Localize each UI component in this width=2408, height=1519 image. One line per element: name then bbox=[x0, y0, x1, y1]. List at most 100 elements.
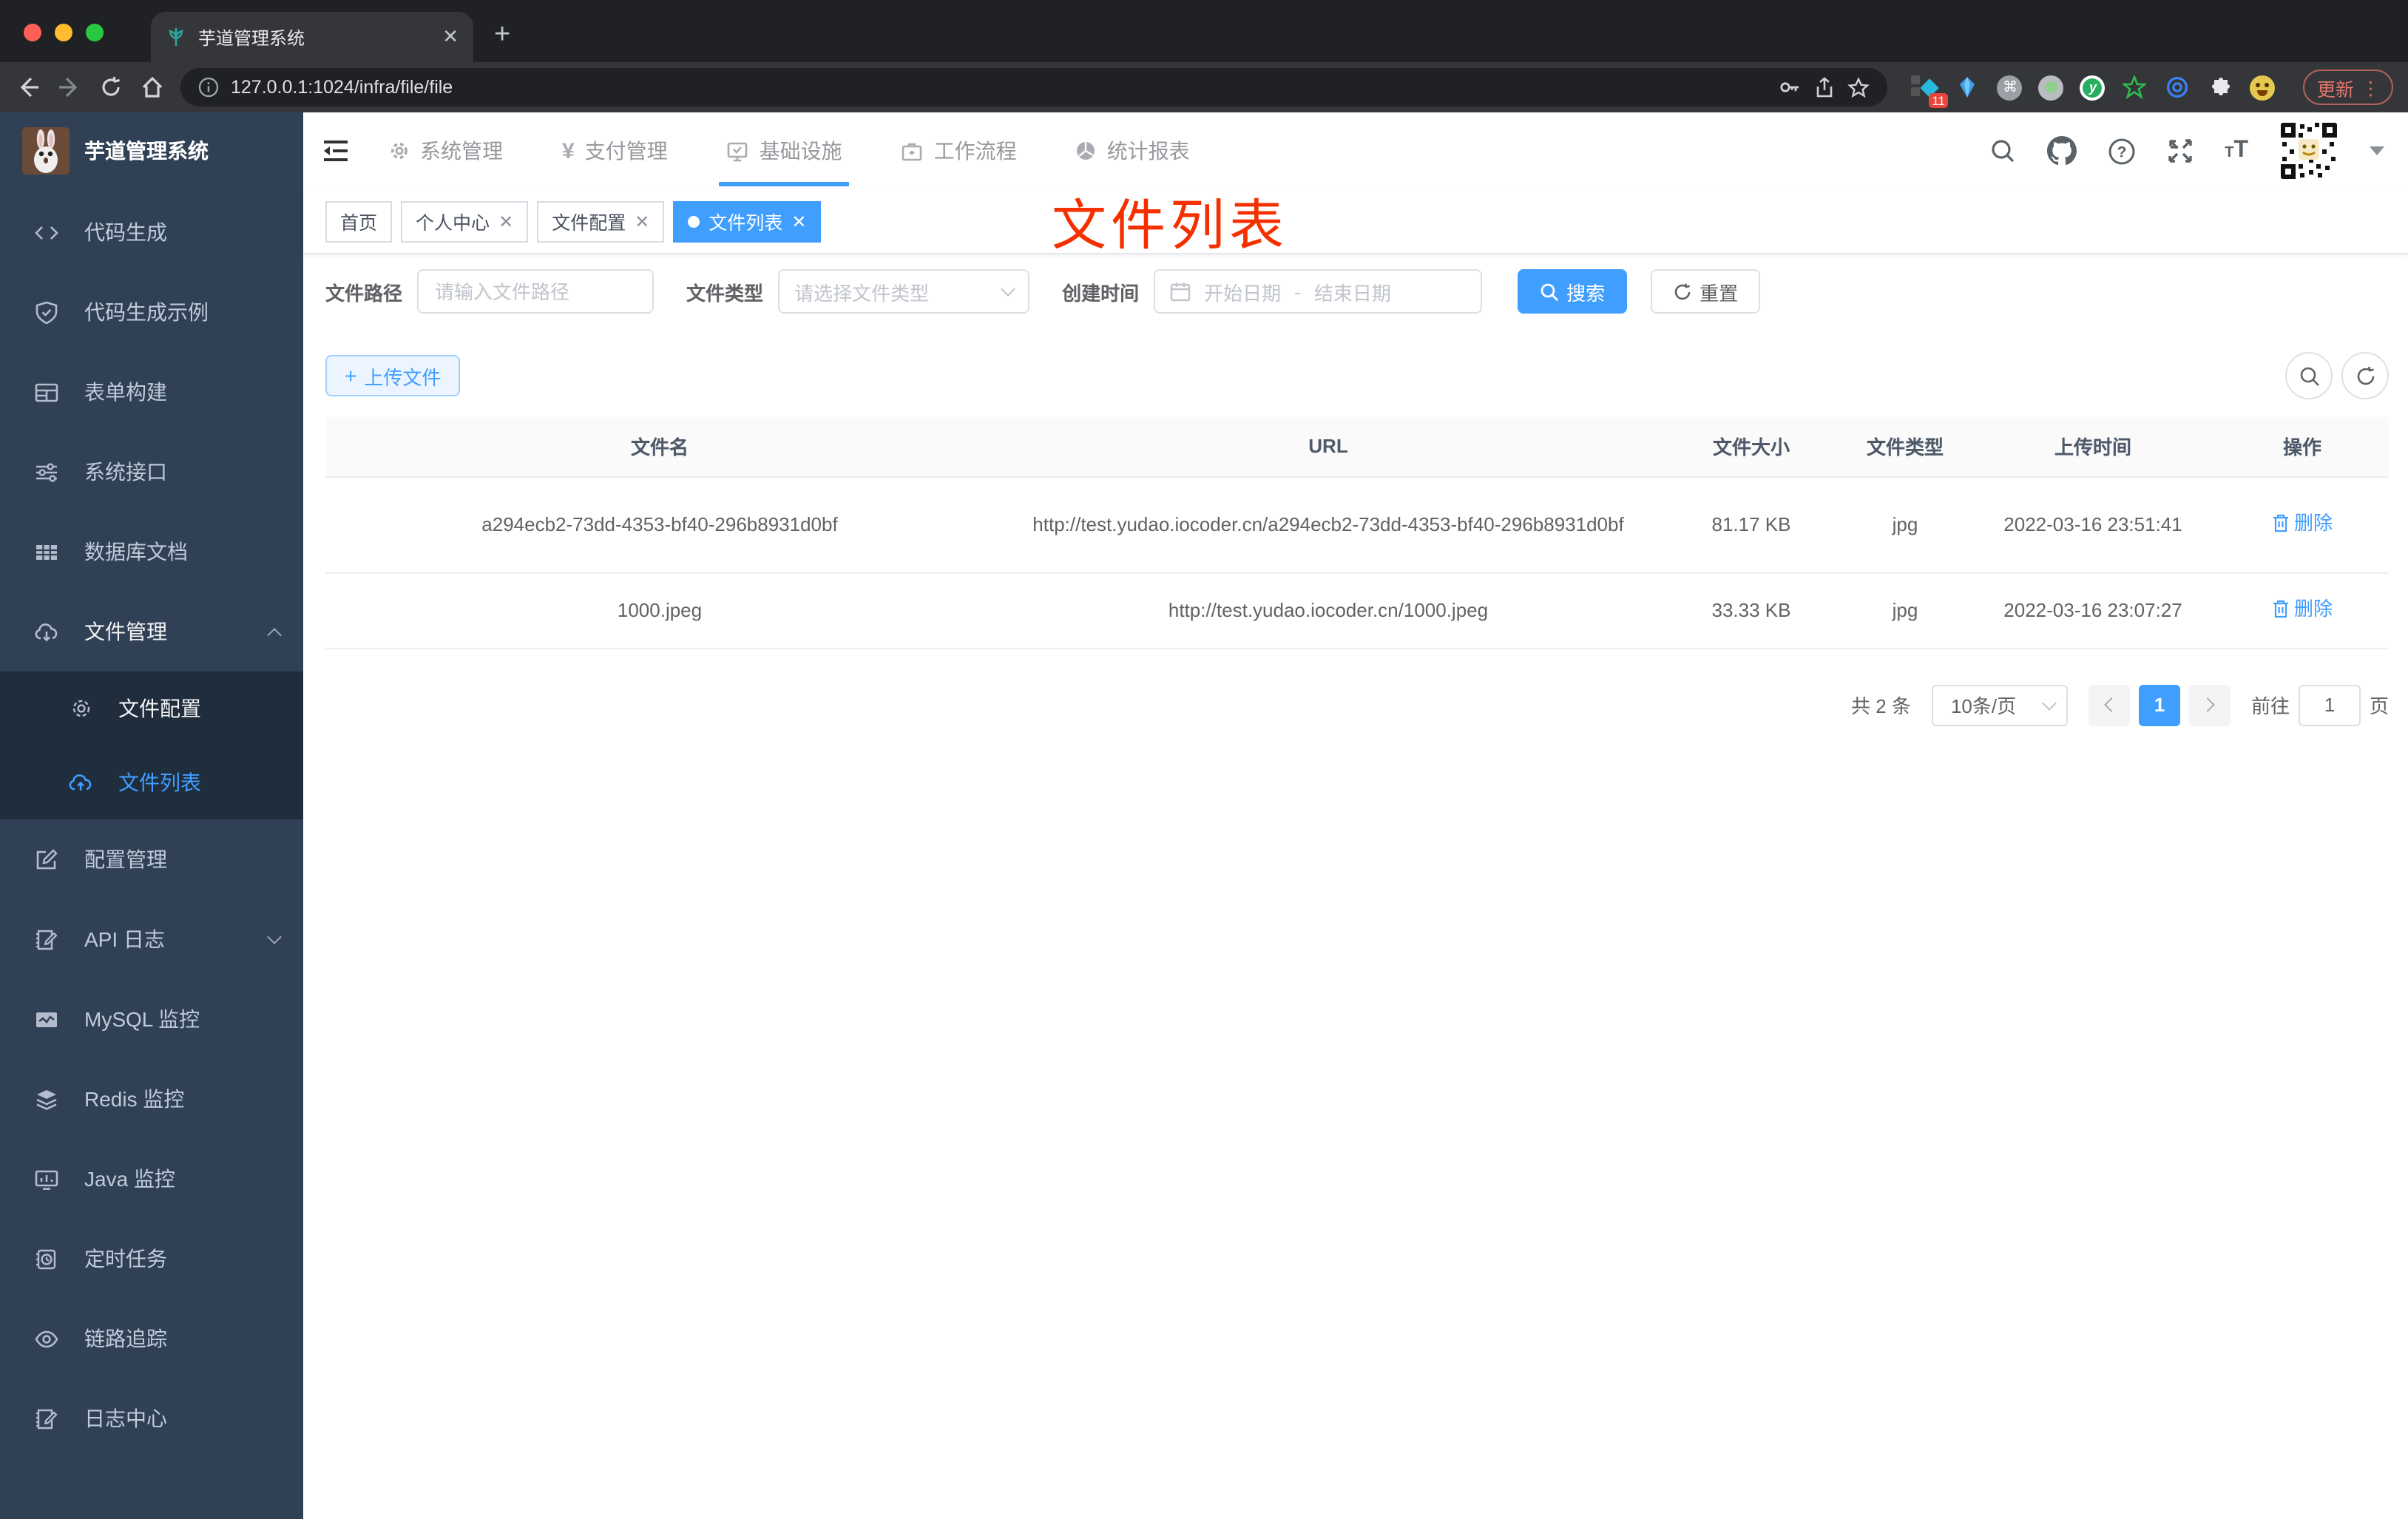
share-icon[interactable] bbox=[1814, 76, 1836, 98]
file-path-label: 文件路径 bbox=[325, 282, 403, 304]
tag-file-list[interactable]: 文件列表 ✕ bbox=[673, 200, 822, 242]
address-bar[interactable]: 127.0.0.1:1024/infra/file/file bbox=[180, 68, 1888, 106]
sidebar-item-mysql-monitor[interactable]: MySQL 监控 bbox=[0, 979, 303, 1059]
forward-button[interactable] bbox=[56, 74, 83, 101]
extension-star-icon[interactable] bbox=[2122, 74, 2148, 101]
window-controls[interactable] bbox=[24, 24, 104, 41]
eye-icon bbox=[34, 1326, 59, 1351]
sidebar-item-system-api[interactable]: 系统接口 bbox=[0, 432, 303, 512]
browser-menu-icon[interactable]: ⋮ bbox=[2361, 76, 2380, 98]
prev-page-button[interactable] bbox=[2088, 684, 2130, 725]
site-info-icon[interactable] bbox=[198, 77, 219, 98]
avatar-dropdown-caret[interactable] bbox=[2370, 146, 2384, 155]
sidebar-item-file-config[interactable]: 文件配置 bbox=[0, 671, 303, 745]
tab-close-icon[interactable]: ✕ bbox=[442, 25, 459, 49]
font-size-icon[interactable]: TT bbox=[2225, 138, 2248, 164]
tag-close-icon[interactable]: ✕ bbox=[498, 211, 513, 231]
sidebar-collapse-icon[interactable] bbox=[321, 136, 351, 166]
delete-button[interactable]: 删除 bbox=[2272, 591, 2333, 626]
sidebar-item-api-log[interactable]: API 日志 bbox=[0, 899, 303, 979]
sidebar-item-code-gen-example[interactable]: 代码生成示例 bbox=[0, 272, 303, 352]
nav-system-management[interactable]: 系统管理 bbox=[389, 112, 503, 189]
extension-command-icon[interactable]: ⌘ bbox=[1997, 75, 2023, 100]
sidebar-item-code-gen[interactable]: 代码生成 bbox=[0, 192, 303, 272]
monitor-chart-icon bbox=[34, 1166, 59, 1191]
file-type-label: 文件类型 bbox=[686, 282, 764, 304]
app-window: 芋道管理系统 代码生成 代码生成示例 表单构建 系统接口 数据库文档 文件管理 … bbox=[0, 112, 2408, 1519]
document-edit-icon bbox=[34, 927, 59, 952]
cell-filename: 1000.jpeg bbox=[325, 572, 994, 649]
nav-infrastructure[interactable]: 基础设施 bbox=[719, 112, 850, 189]
sidebar-item-file-management[interactable]: 文件管理 bbox=[0, 592, 303, 671]
sidebar-item-form-builder[interactable]: 表单构建 bbox=[0, 352, 303, 432]
reload-button[interactable] bbox=[98, 74, 124, 101]
file-path-input[interactable] bbox=[417, 269, 655, 314]
table-row: a294ecb2-73dd-4353-bf40-296b8931d0bf htt… bbox=[325, 476, 2389, 573]
sidebar-item-file-list[interactable]: 文件列表 bbox=[0, 745, 303, 819]
url-text[interactable]: 127.0.0.1:1024/infra/file/file bbox=[231, 77, 1767, 98]
upload-file-button[interactable]: + 上传文件 bbox=[325, 355, 461, 396]
extension-split-icon[interactable]: 11 bbox=[1911, 74, 1949, 108]
app-header: 系统管理 ¥ 支付管理 基础设施 工作流程 统计报表 ? TT bbox=[303, 112, 2408, 189]
tag-file-config[interactable]: 文件配置 ✕ bbox=[537, 200, 665, 242]
sidebar-item-java-monitor[interactable]: Java 监控 bbox=[0, 1139, 303, 1219]
nav-workflow[interactable]: 工作流程 bbox=[902, 112, 1017, 189]
extension-gem-icon[interactable] bbox=[1955, 74, 1981, 101]
extension-eye-icon[interactable] bbox=[2165, 74, 2191, 101]
update-label: 更新 bbox=[2316, 79, 2354, 100]
new-tab-button[interactable]: + bbox=[494, 19, 510, 52]
search-icon[interactable] bbox=[1989, 138, 2016, 164]
date-range-picker[interactable]: 开始日期 - 结束日期 bbox=[1154, 269, 1483, 314]
user-avatar-qr[interactable] bbox=[2279, 121, 2338, 180]
reset-button[interactable]: 重置 bbox=[1651, 269, 1761, 314]
sidebar-item-redis-monitor[interactable]: Redis 监控 bbox=[0, 1059, 303, 1139]
chevron-down-icon bbox=[1001, 282, 1015, 297]
sidebar: 芋道管理系统 代码生成 代码生成示例 表单构建 系统接口 数据库文档 文件管理 … bbox=[0, 112, 303, 1519]
sidebar-item-db-doc[interactable]: 数据库文档 bbox=[0, 512, 303, 592]
sidebar-item-scheduled-tasks[interactable]: 定时任务 bbox=[0, 1219, 303, 1299]
app-logo[interactable]: 芋道管理系统 bbox=[0, 112, 303, 189]
browser-tab[interactable]: 芋道管理系统 ✕ bbox=[151, 12, 473, 62]
show-search-button[interactable] bbox=[2285, 352, 2333, 399]
chrome-update-button[interactable]: 更新 ⋮ bbox=[2303, 70, 2393, 105]
code-icon bbox=[34, 220, 59, 245]
password-key-icon[interactable] bbox=[1779, 75, 1802, 99]
sidebar-item-config-management[interactable]: 配置管理 bbox=[0, 819, 303, 899]
close-window-button[interactable] bbox=[24, 24, 41, 41]
extensions-puzzle-icon[interactable] bbox=[2208, 74, 2234, 101]
sidebar-item-tracing[interactable]: 链路追踪 bbox=[0, 1299, 303, 1378]
delete-button[interactable]: 删除 bbox=[2272, 505, 2333, 540]
github-icon[interactable] bbox=[2047, 136, 2077, 166]
cell-type: jpg bbox=[1840, 476, 1970, 573]
nav-reports[interactable]: 统计报表 bbox=[1076, 112, 1190, 189]
page-size-select[interactable]: 10条/页 bbox=[1931, 684, 2068, 725]
extension-dot-icon[interactable] bbox=[2038, 75, 2064, 100]
sidebar-item-log-center[interactable]: 日志中心 bbox=[0, 1378, 303, 1458]
tag-profile[interactable]: 个人中心 ✕ bbox=[401, 200, 529, 242]
extension-y-icon[interactable]: y bbox=[2080, 75, 2106, 100]
edit-square-icon bbox=[34, 847, 59, 872]
back-button[interactable] bbox=[15, 74, 41, 101]
fullscreen-icon[interactable] bbox=[2167, 138, 2194, 164]
home-button[interactable] bbox=[139, 74, 166, 101]
col-upload-time: 上传时间 bbox=[1970, 417, 2216, 477]
bookmark-star-icon[interactable] bbox=[1848, 76, 1870, 98]
minimize-window-button[interactable] bbox=[55, 24, 72, 41]
calendar-icon bbox=[1170, 281, 1191, 302]
table-toolbar: + 上传文件 bbox=[325, 352, 2389, 399]
zoom-window-button[interactable] bbox=[86, 24, 104, 41]
nav-payment-management[interactable]: ¥ 支付管理 bbox=[562, 112, 668, 189]
tag-close-icon[interactable]: ✕ bbox=[791, 211, 806, 231]
search-button[interactable]: 搜索 bbox=[1518, 269, 1628, 314]
refresh-button[interactable] bbox=[2341, 352, 2389, 399]
filter-form: 文件路径 文件类型 请选择文件类型 创建时间 开始日期 - 结束日期 bbox=[325, 269, 2389, 314]
profile-avatar-emoji[interactable] bbox=[2250, 75, 2276, 100]
current-page[interactable]: 1 bbox=[2138, 684, 2180, 725]
tag-home[interactable]: 首页 bbox=[325, 200, 393, 242]
cell-size: 33.33 KB bbox=[1663, 572, 1840, 649]
tag-close-icon[interactable]: ✕ bbox=[635, 211, 649, 231]
help-icon[interactable]: ? bbox=[2108, 137, 2136, 165]
goto-page-input[interactable] bbox=[2298, 684, 2361, 725]
file-type-select[interactable]: 请选择文件类型 bbox=[778, 269, 1030, 314]
next-page-button[interactable] bbox=[2188, 684, 2231, 725]
